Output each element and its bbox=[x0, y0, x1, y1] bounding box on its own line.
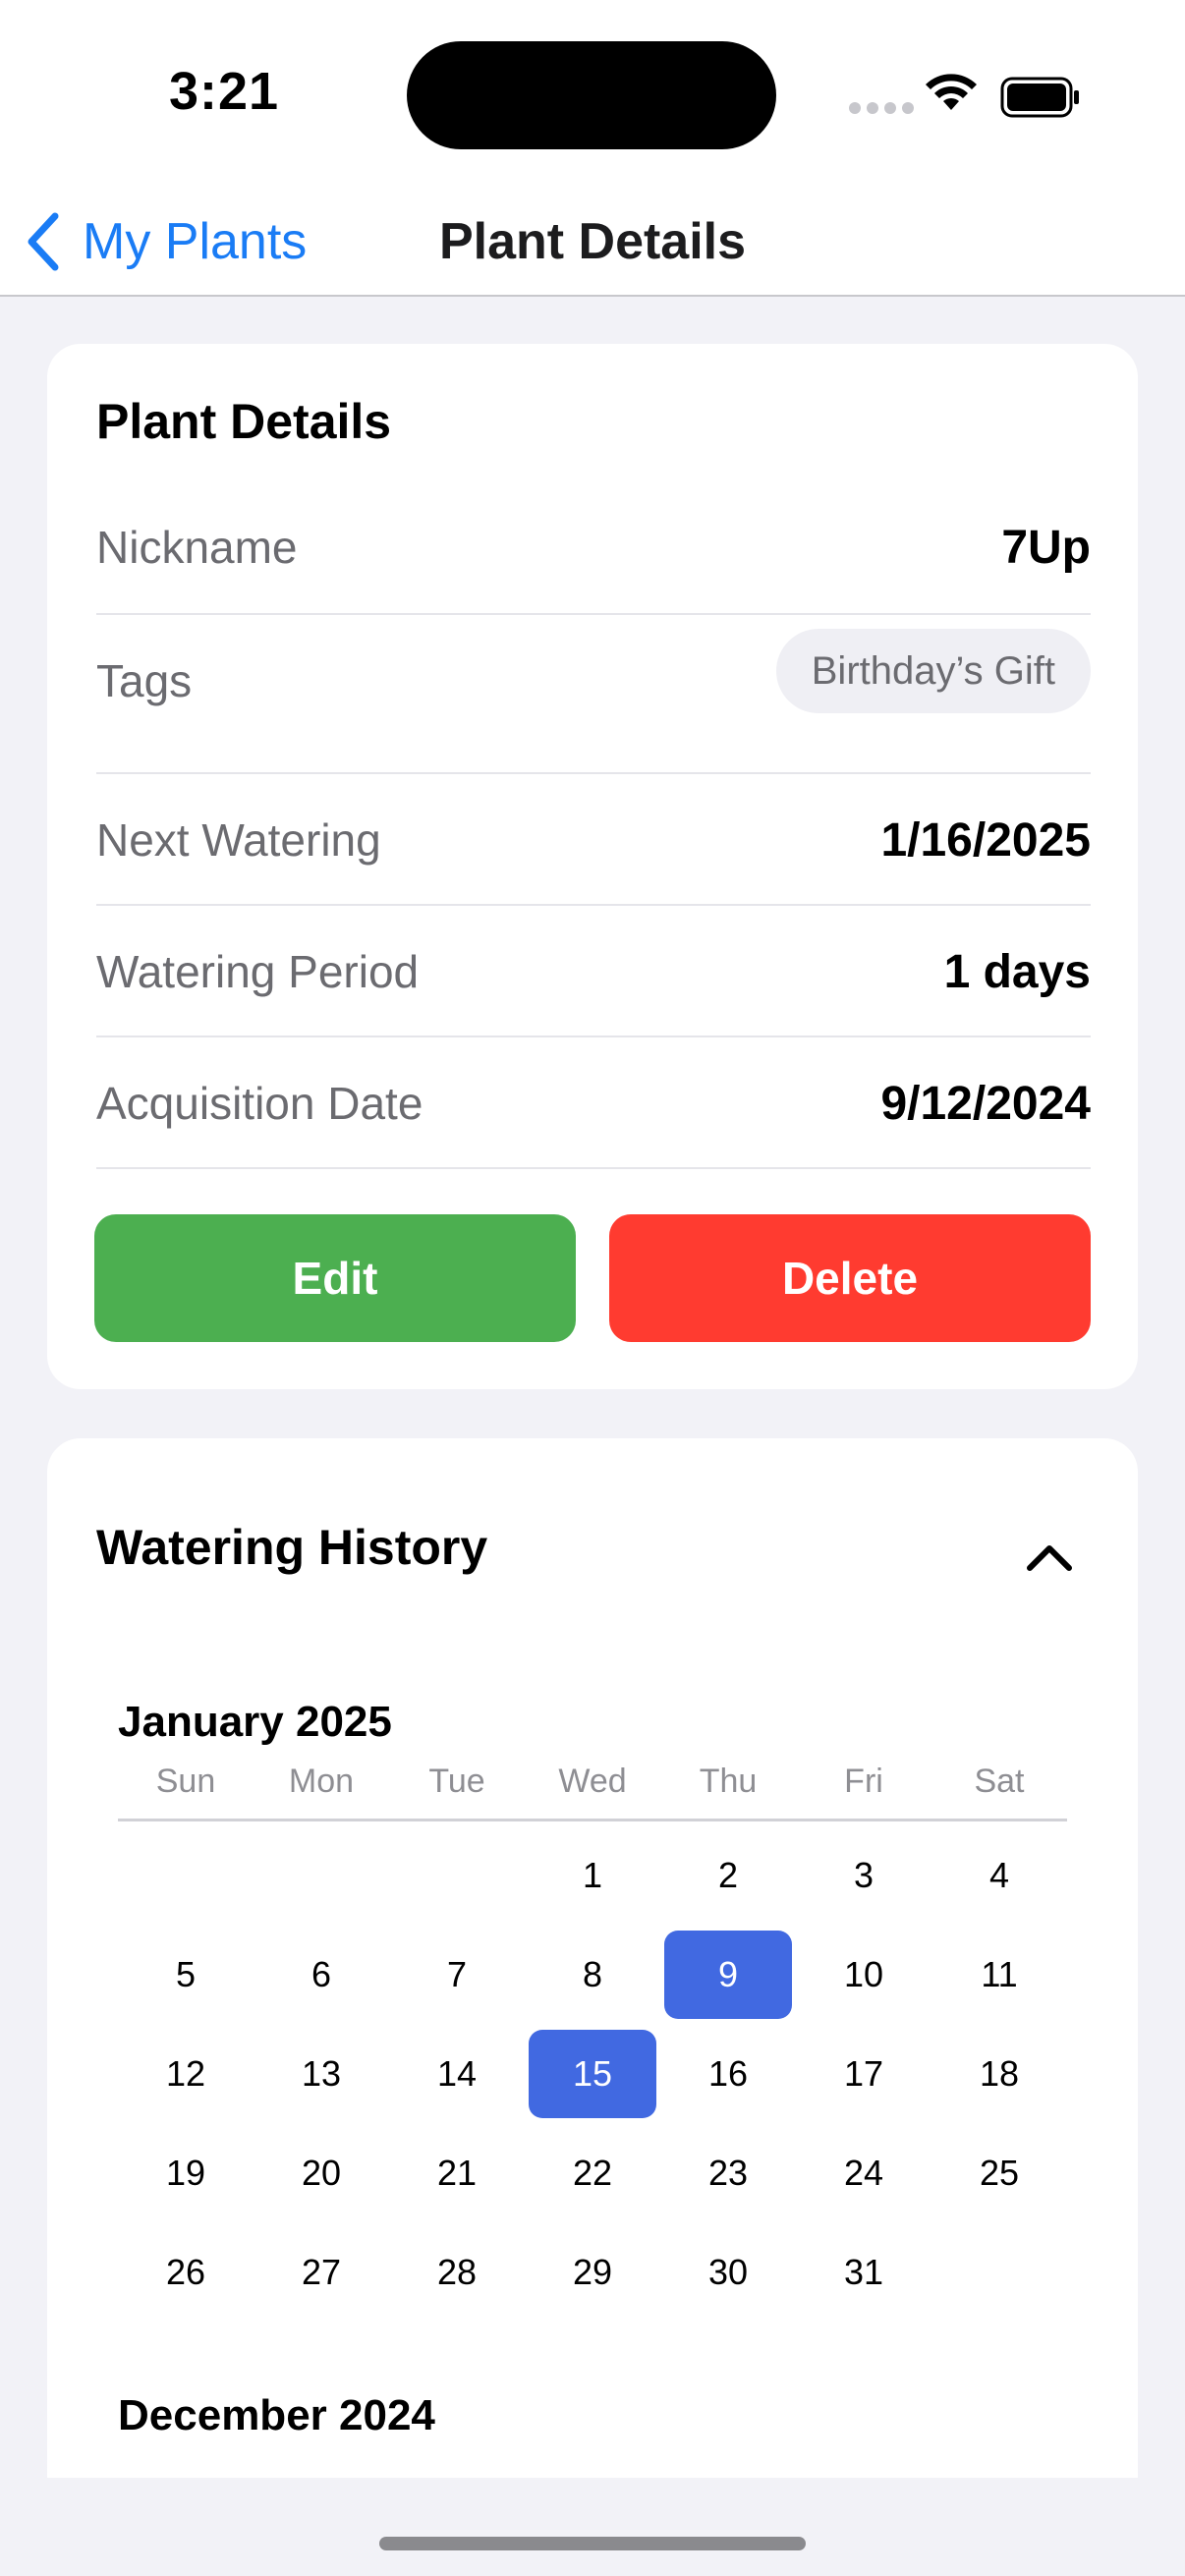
tags-row: Tags Birthday’s Gift bbox=[96, 615, 1091, 774]
calendar-day[interactable]: 3 bbox=[800, 1831, 928, 1920]
calendar-day[interactable]: 31 bbox=[800, 2228, 928, 2317]
calendar-day[interactable]: 25 bbox=[935, 2129, 1063, 2217]
weekday-label: Sat bbox=[974, 1763, 1025, 1800]
calendar-day[interactable]: 20 bbox=[257, 2129, 385, 2217]
weekday-header: Sun Mon Tue Wed Thu Fri Sat bbox=[118, 1763, 1067, 1821]
watering-period-label: Watering Period bbox=[96, 946, 420, 997]
nickname-label: Nickname bbox=[96, 522, 298, 573]
calendar-day[interactable]: 30 bbox=[664, 2228, 792, 2317]
calendar-day[interactable]: 1 bbox=[529, 1831, 656, 1920]
home-indicator bbox=[379, 2537, 806, 2550]
weekday-label: Mon bbox=[288, 1763, 355, 1800]
calendar-day[interactable]: 14 bbox=[393, 2030, 521, 2118]
calendar-day[interactable]: 27 bbox=[257, 2228, 385, 2317]
calendar-day[interactable]: 2 bbox=[664, 1831, 792, 1920]
chevron-up-icon[interactable] bbox=[1026, 1542, 1073, 1572]
calendar-day[interactable]: 22 bbox=[529, 2129, 656, 2217]
nickname-row: Nickname 7Up bbox=[96, 481, 1091, 615]
calendar-day[interactable]: 18 bbox=[935, 2030, 1063, 2118]
calendar-day[interactable]: 7 bbox=[393, 1931, 521, 2019]
calendar-day[interactable]: 16 bbox=[664, 2030, 792, 2118]
calendar-day[interactable]: 26 bbox=[122, 2228, 250, 2317]
weekday-label: Thu bbox=[699, 1763, 758, 1800]
acquisition-date-row: Acquisition Date 9/12/2024 bbox=[96, 1037, 1091, 1169]
calendar-day[interactable]: 8 bbox=[529, 1931, 656, 2019]
status-time: 3:21 bbox=[169, 62, 280, 121]
month-title: January 2025 bbox=[118, 1698, 392, 1746]
calendar-day[interactable]: 5 bbox=[122, 1931, 250, 2019]
month-title: December 2024 bbox=[118, 2391, 435, 2439]
nickname-value: 7Up bbox=[1001, 522, 1091, 574]
weekday-label: Sun bbox=[155, 1763, 216, 1800]
cellular-dots-icon bbox=[849, 102, 914, 114]
watering-period-row: Watering Period 1 days bbox=[96, 906, 1091, 1037]
next-watering-label: Next Watering bbox=[96, 814, 381, 866]
calendar-day[interactable]: 28 bbox=[393, 2228, 521, 2317]
calendar-day[interactable]: 10 bbox=[800, 1931, 928, 2019]
plant-details-card: Plant Details Nickname 7Up Tags Birthday… bbox=[47, 344, 1138, 1389]
delete-button[interactable]: Delete bbox=[609, 1214, 1091, 1342]
calendar-day-watered[interactable]: 9 bbox=[664, 1931, 792, 2019]
calendar-day-watered[interactable]: 15 bbox=[529, 2030, 656, 2118]
tag-chip: Birthday’s Gift bbox=[775, 629, 1091, 713]
navigation-bar: My Plants Plant Details bbox=[0, 187, 1185, 297]
weekday-label: Fri bbox=[844, 1763, 883, 1800]
calendar-day[interactable]: 17 bbox=[800, 2030, 928, 2118]
calendar-day[interactable]: 19 bbox=[122, 2129, 250, 2217]
watering-period-value: 1 days bbox=[943, 946, 1091, 998]
calendar-day[interactable]: 4 bbox=[935, 1831, 1063, 1920]
calendar-day[interactable]: 13 bbox=[257, 2030, 385, 2118]
calendar-day[interactable]: 21 bbox=[393, 2129, 521, 2217]
watering-history-card: Watering History January 2025 Sun Mon Tu… bbox=[47, 1438, 1138, 2478]
calendar-day[interactable]: 11 bbox=[935, 1931, 1063, 2019]
status-bar: 3:21 bbox=[0, 0, 1185, 187]
wifi-icon bbox=[926, 74, 977, 110]
weekday-label: Wed bbox=[558, 1763, 627, 1800]
tags-label: Tags bbox=[96, 655, 193, 706]
calendar-day[interactable]: 23 bbox=[664, 2129, 792, 2217]
battery-icon bbox=[1000, 77, 1079, 118]
calendar-day[interactable]: 12 bbox=[122, 2030, 250, 2118]
acquisition-date-value: 9/12/2024 bbox=[880, 1078, 1091, 1130]
edit-button[interactable]: Edit bbox=[94, 1214, 576, 1342]
acquisition-date-label: Acquisition Date bbox=[96, 1078, 423, 1129]
page-title: Plant Details bbox=[438, 213, 747, 270]
calendar-day[interactable]: 6 bbox=[257, 1931, 385, 2019]
history-section-title: Watering History bbox=[96, 1520, 488, 1575]
calendar-day[interactable]: 24 bbox=[800, 2129, 928, 2217]
details-section-title: Plant Details bbox=[96, 394, 392, 449]
next-watering-value: 1/16/2025 bbox=[880, 814, 1091, 867]
calendar-day[interactable]: 29 bbox=[529, 2228, 656, 2317]
next-watering-row: Next Watering 1/16/2025 bbox=[96, 774, 1091, 906]
weekday-label: Tue bbox=[428, 1763, 485, 1800]
dynamic-island bbox=[407, 41, 776, 149]
